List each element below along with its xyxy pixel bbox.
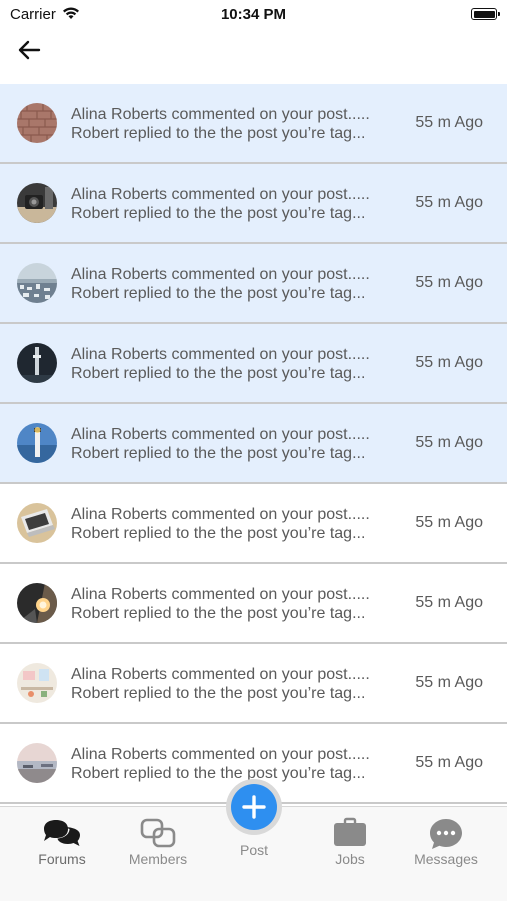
notification-time: 55 m Ago	[415, 114, 483, 131]
status-bar: Carrier 10:34 PM	[0, 0, 507, 28]
plus-icon	[242, 795, 266, 819]
avatar	[17, 663, 57, 703]
notification-time: 55 m Ago	[415, 514, 483, 531]
tab-bar: Forums Members Post Jobs Messages	[0, 779, 507, 901]
notification-line1: Alina Roberts commented on your post....…	[71, 346, 370, 363]
post-button[interactable]	[226, 779, 282, 835]
notification-row[interactable]: Alina Roberts commented on your post....…	[0, 404, 507, 484]
notification-time: 55 m Ago	[415, 434, 483, 451]
linked-squares-icon	[139, 817, 177, 854]
notification-time: 55 m Ago	[415, 354, 483, 371]
notification-time: 55 m Ago	[415, 594, 483, 611]
notification-row[interactable]: Alina Roberts commented on your post....…	[0, 164, 507, 244]
notification-row[interactable]: Alina Roberts commented on your post....…	[0, 484, 507, 564]
avatar	[17, 103, 57, 143]
avatar	[17, 183, 57, 223]
tab-jobs[interactable]: Jobs	[300, 807, 400, 877]
avatar	[17, 503, 57, 543]
notification-list: Alina Roberts commented on your post....…	[0, 84, 507, 804]
notification-time: 55 m Ago	[415, 674, 483, 691]
notification-line2: Robert replied to the the post you’re ta…	[71, 205, 366, 222]
notification-line1: Alina Roberts commented on your post....…	[71, 746, 370, 763]
notification-row[interactable]: Alina Roberts commented on your post....…	[0, 564, 507, 644]
notification-row[interactable]: Alina Roberts commented on your post....…	[0, 84, 507, 164]
notification-line2: Robert replied to the the post you’re ta…	[71, 525, 366, 542]
notification-line1: Alina Roberts commented on your post....…	[71, 506, 370, 523]
notification-time: 55 m Ago	[415, 274, 483, 291]
chat-bubbles-icon	[40, 817, 84, 852]
notification-row[interactable]: Alina Roberts commented on your post....…	[0, 244, 507, 324]
tab-forums[interactable]: Forums	[12, 807, 112, 877]
avatar	[17, 583, 57, 623]
tab-forums-label: Forums	[38, 851, 86, 867]
back-button[interactable]	[14, 36, 44, 64]
notification-line2: Robert replied to the the post you’re ta…	[71, 445, 366, 462]
notification-time: 55 m Ago	[415, 754, 483, 771]
notification-line2: Robert replied to the the post you’re ta…	[71, 365, 366, 382]
tab-members-label: Members	[128, 851, 188, 867]
arrow-left-icon	[18, 40, 41, 60]
notification-line2: Robert replied to the the post you’re ta…	[71, 605, 366, 622]
avatar	[17, 423, 57, 463]
avatar	[17, 343, 57, 383]
notification-line2: Robert replied to the the post you’re ta…	[71, 685, 366, 702]
avatar	[17, 743, 57, 783]
tab-messages-label: Messages	[414, 851, 478, 867]
notification-row[interactable]: Alina Roberts commented on your post....…	[0, 644, 507, 724]
post-button-circle	[231, 784, 277, 830]
notification-time: 55 m Ago	[415, 194, 483, 211]
avatar	[17, 263, 57, 303]
notification-line1: Alina Roberts commented on your post....…	[71, 586, 370, 603]
notification-line2: Robert replied to the the post you’re ta…	[71, 765, 366, 782]
tab-jobs-label: Jobs	[335, 851, 365, 867]
notification-line1: Alina Roberts commented on your post....…	[71, 106, 370, 123]
notification-row[interactable]: Alina Roberts commented on your post....…	[0, 324, 507, 404]
notification-line1: Alina Roberts commented on your post....…	[71, 266, 370, 283]
clock-time: 10:34 PM	[220, 6, 287, 23]
notification-line1: Alina Roberts commented on your post....…	[71, 186, 370, 203]
notification-line1: Alina Roberts commented on your post....…	[71, 666, 370, 683]
tab-members[interactable]: Members	[108, 807, 208, 877]
battery-icon	[471, 8, 500, 20]
notification-line2: Robert replied to the the post you’re ta…	[71, 285, 366, 302]
notification-line1: Alina Roberts commented on your post....…	[71, 426, 370, 443]
tab-post-label: Post	[239, 842, 268, 858]
briefcase-icon	[333, 817, 367, 852]
tab-messages[interactable]: Messages	[396, 807, 496, 877]
notification-line2: Robert replied to the the post you’re ta…	[71, 125, 366, 142]
